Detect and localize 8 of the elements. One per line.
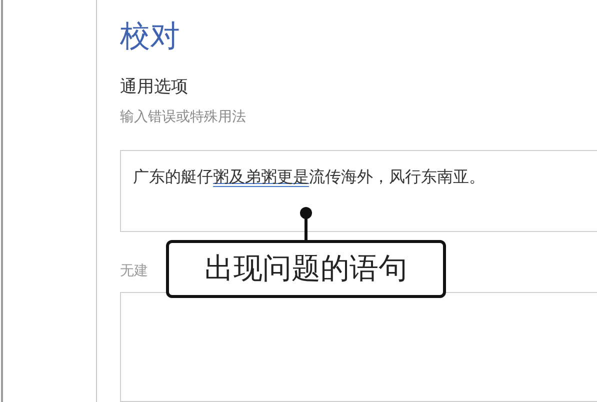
section-heading: 通用选项 bbox=[120, 76, 188, 98]
suggestions-label: 无建 bbox=[120, 262, 148, 280]
callout-label: 出现问题的语句 bbox=[166, 240, 446, 298]
input-field[interactable]: 广东的艇仔粥及弟粥更是流传海外，风行东南亚。 bbox=[120, 150, 597, 232]
section-description: 输入错误或特殊用法 bbox=[120, 108, 246, 126]
page-title: 校对 bbox=[120, 18, 180, 56]
pointer-icon bbox=[299, 206, 313, 240]
sentence-text: 广东的艇仔粥及弟粥更是流传海外，风行东南亚。 bbox=[133, 167, 485, 186]
